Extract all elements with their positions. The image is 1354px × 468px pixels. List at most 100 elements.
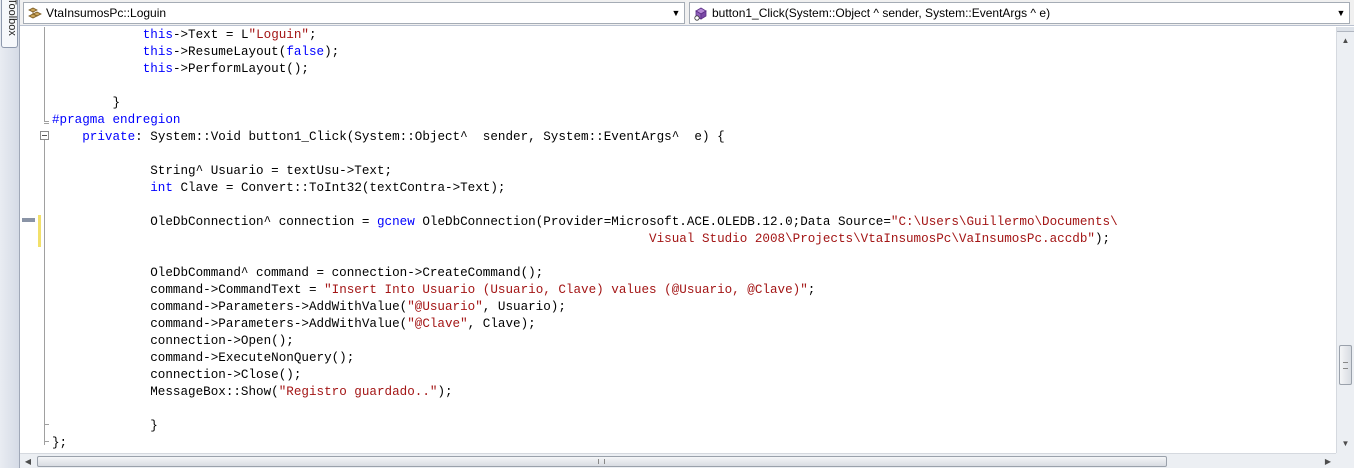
code-token: ; [807,283,816,297]
code-token: , Clave); [467,317,536,331]
string-token: "C:\Users\Guillermo\Documents\ [890,215,1118,229]
keyword-token: false [286,45,325,59]
code-token: OleDbCommand^ command = connection->Crea… [52,266,544,280]
horizontal-scroll-thumb[interactable] [37,456,1167,467]
code-line[interactable]: this->Text = L"Loguin"; [52,27,317,44]
code-line[interactable]: OleDbCommand^ command = connection->Crea… [52,265,543,282]
code-line[interactable]: String^ Usuario = textUsu->Text; [52,163,392,180]
string-token: "@Clave" [407,317,468,331]
code-line[interactable]: } [52,418,158,435]
changed-lines-indicator [38,215,41,247]
string-token: "Insert Into Usuario (Usuario, Clave) va… [324,283,808,297]
code-token: command->CommandText = [52,283,325,297]
code-token: }; [52,436,68,450]
outline-tick [44,123,49,124]
horizontal-scrollbar[interactable]: ◀ ▶ [20,453,1336,468]
toolbox-tab[interactable]: Toolbox [1,0,18,48]
code-token: connection->Open(); [52,334,294,348]
keyword-token: this [142,62,173,76]
string-token: "Loguin" [248,28,309,42]
code-line[interactable]: command->Parameters->AddWithValue("@Usua… [52,299,566,316]
keyword-token: private [82,130,136,144]
code-line[interactable]: }; [52,435,67,452]
scroll-down-icon[interactable]: ▼ [1337,435,1354,452]
code-token: : System::Void button1_Click(System::Obj… [135,130,725,144]
code-line[interactable]: command->CommandText = "Insert Into Usua… [52,282,815,299]
code-token: } [52,419,158,433]
toolbox-label: Toolbox [6,0,18,36]
code-line[interactable]: connection->Open(); [52,333,294,350]
method-icon [693,5,709,21]
keyword-token: this [142,45,173,59]
code-line[interactable]: command->Parameters->AddWithValue("@Clav… [52,316,536,333]
outline-tick [44,121,49,122]
indicator-margin [20,27,38,453]
vertical-scroll-thumb[interactable] [1339,345,1352,385]
navigation-bar: VtaInsumosPc::Loguin ▼ button1_Click(Sys… [20,0,1354,26]
keyword-token: #pragma endregion [52,113,181,127]
code-token: ->ResumeLayout( [172,45,287,59]
outline-tick [44,424,49,425]
class-dropdown[interactable]: VtaInsumosPc::Loguin ▼ [23,2,685,24]
grip-icon [1343,362,1348,369]
outline-line [44,140,45,445]
class-icon [27,5,43,21]
outline-line [44,27,45,122]
code-token: , Usuario); [482,300,566,314]
code-line[interactable]: MessageBox::Show("Registro guardado.."); [52,384,453,401]
string-token: Visual Studio 2008\Projects\VtaInsumosPc… [649,232,1095,246]
outline-tick [44,441,49,442]
string-token: "@Usuario" [407,300,483,314]
code-token: String^ Usuario = textUsu->Text; [52,164,393,178]
code-line[interactable]: } [52,95,120,112]
code-token: OleDbConnection^ connection = [52,215,377,229]
code-line[interactable]: connection->Close(); [52,367,301,384]
code-token: ->Text = L [172,28,249,42]
keyword-token: this [142,28,173,42]
toolbox-strip: Toolbox [0,0,20,468]
collapse-region-icon[interactable] [40,131,49,140]
code-token: OleDbConnection(Provider=Microsoft.ACE.O… [414,215,891,229]
scrollbar-corner [1336,453,1354,468]
code-line[interactable]: this->PerformLayout(); [52,61,309,78]
code-token: ->PerformLayout(); [172,62,309,76]
bookmark-marker-icon [22,218,35,222]
code-token: } [52,96,121,110]
chevron-down-icon[interactable]: ▼ [668,3,684,23]
member-dropdown-value: button1_Click(System::Object ^ sender, S… [712,6,1051,20]
code-token: MessageBox::Show( [52,385,279,399]
code-line[interactable]: this->ResumeLayout(false); [52,44,340,61]
code-line[interactable]: OleDbConnection^ connection = gcnew OleD… [52,214,1118,231]
code-token: ); [437,385,453,399]
scroll-up-icon[interactable]: ▲ [1337,32,1354,49]
class-dropdown-value: VtaInsumosPc::Loguin [46,6,167,20]
code-token: command->ExecuteNonQuery(); [52,351,355,365]
code-token: connection->Close(); [52,368,302,382]
scroll-left-icon[interactable]: ◀ [20,454,36,468]
code-token: ); [324,45,340,59]
scroll-right-icon[interactable]: ▶ [1320,454,1336,468]
code-line[interactable]: #pragma endregion [52,112,180,129]
code-editor[interactable]: this->Text = L"Loguin"; this->ResumeLayo… [20,27,1336,453]
code-token: command->Parameters->AddWithValue( [52,300,408,314]
code-token: ; [308,28,317,42]
code-token: command->Parameters->AddWithValue( [52,317,408,331]
code-line[interactable]: command->ExecuteNonQuery(); [52,350,354,367]
code-line[interactable]: int Clave = Convert::ToInt32(textContra-… [52,180,505,197]
member-dropdown[interactable]: button1_Click(System::Object ^ sender, S… [689,2,1350,24]
vertical-scrollbar[interactable]: ▲ ▼ [1336,27,1354,453]
code-line[interactable]: private: System::Void button1_Click(Syst… [52,129,725,146]
code-line[interactable]: Visual Studio 2008\Projects\VtaInsumosPc… [52,231,1110,248]
string-token: "Registro guardado.." [278,385,438,399]
code-token: ); [1094,232,1111,246]
grip-icon [598,459,605,464]
chevron-down-icon[interactable]: ▼ [1333,3,1349,23]
keyword-token: int [150,181,173,195]
keyword-token: gcnew [376,215,415,229]
